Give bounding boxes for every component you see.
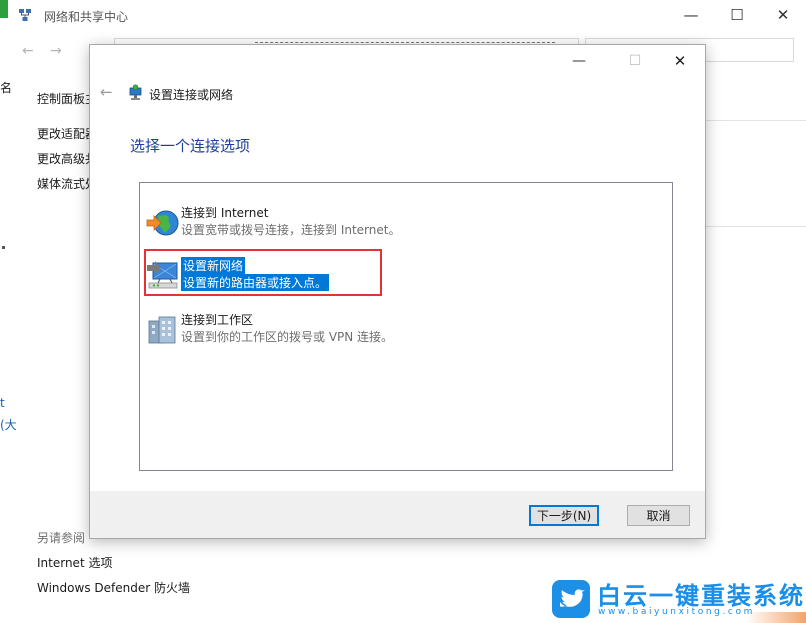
globe-connect-icon (146, 210, 179, 236)
dialog-title: 设置连接或网络 (149, 88, 234, 102)
selection-highlight-outline (144, 249, 382, 296)
bg-divider (704, 120, 806, 121)
watermark-url: www.baiyunxitong.com (598, 607, 755, 617)
sidebar-control-panel-home[interactable]: 控制面板主 (37, 90, 97, 107)
network-setup-icon (129, 84, 142, 100)
bg-title-bar: 网络和共享中心 — ☐ ✕ (8, 0, 806, 30)
dialog-title-bar: — ☐ ✕ (90, 45, 705, 77)
sidebar-link-media-streaming[interactable]: 媒体流式处 (37, 175, 97, 192)
sidebar-edge-fragment: 名 (0, 81, 13, 95)
option-title: 连接到工作区 (181, 313, 254, 327)
bird-icon (560, 589, 585, 607)
sidebar-edge-fragment: (大 (0, 418, 17, 432)
dialog-maximize-button: ☐ (628, 53, 642, 69)
option-connect-internet[interactable]: 连接到 Internet 设置宽带或拨号连接，连接到 Internet。 (146, 202, 666, 250)
option-title: 连接到 Internet (181, 206, 269, 220)
watermark-brand: 白云一键重装系统 (597, 582, 805, 610)
see-also-windows-defender-firewall[interactable]: Windows Defender 防火墙 (37, 579, 190, 596)
bg-minimize-button[interactable]: — (668, 0, 714, 30)
option-connect-workplace[interactable]: 连接到工作区 设置到你的工作区的拨号或 VPN 连接。 (146, 309, 666, 357)
dialog-footer: 下一步(N) 取消 (90, 491, 705, 538)
sidebar-link-adapter[interactable]: 更改适配器 (37, 125, 97, 142)
see-also-internet-options[interactable]: Internet 选项 (37, 554, 112, 571)
dialog-heading: 选择一个连接选项 (130, 137, 251, 155)
option-description: 设置宽带或拨号连接，连接到 Internet。 (181, 223, 401, 237)
bg-close-button[interactable]: ✕ (760, 0, 806, 30)
dialog-close-button[interactable]: ✕ (665, 51, 695, 71)
cancel-button[interactable]: 取消 (627, 505, 690, 526)
sidebar-bullet (2, 246, 5, 249)
connection-options-list: 连接到 Internet 设置宽带或拨号连接，连接到 Internet。 设置新… (139, 182, 673, 471)
option-description: 设置到你的工作区的拨号或 VPN 连接。 (181, 330, 394, 344)
setup-connection-dialog: — ☐ ✕ ← 设置连接或网络 选择一个连接选项 连接到 Internet 设置… (89, 44, 706, 539)
next-button[interactable]: 下一步(N) (529, 505, 599, 526)
sidebar-edge-fragment: t (0, 396, 5, 410)
dialog-minimize-button[interactable]: — (564, 51, 594, 71)
watermark-logo (552, 580, 590, 618)
bg-divider (704, 226, 806, 227)
bg-window-title: 网络和共享中心 (44, 10, 129, 24)
bg-maximize-button[interactable]: ☐ (714, 0, 760, 30)
workplace-building-icon (148, 316, 176, 344)
sidebar-link-advanced-sharing[interactable]: 更改高级共 (37, 150, 97, 167)
bg-back-arrow-icon[interactable]: ← (22, 43, 34, 59)
see-also-heading: 另请参阅 (37, 531, 86, 545)
watermark: 白云一键重装系统 www.baiyunxitong.com (552, 576, 805, 620)
network-icon (19, 9, 31, 21)
bg-forward-arrow-icon[interactable]: → (50, 43, 62, 59)
background-app-edge (0, 0, 8, 18)
dialog-back-arrow-icon[interactable]: ← (100, 83, 113, 101)
